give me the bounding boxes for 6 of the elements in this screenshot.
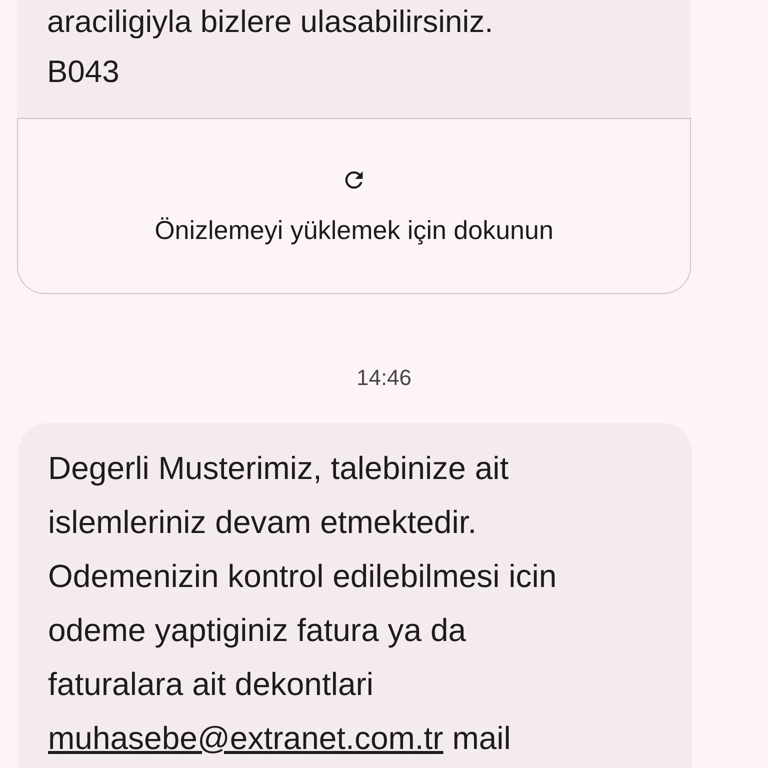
message-text: araciligiyla bizlere ulasabilirsiniz.: [47, 3, 494, 41]
message-text: B043: [47, 53, 120, 91]
link-preview-card[interactable]: Önizlemeyi yüklemek için dokunun: [17, 118, 691, 294]
email-link[interactable]: muhasebe@extranet.com.tr: [48, 720, 444, 756]
message-text: Degerli Musterimiz, talebinize ait islemleriniz devam etmektedir. Odemenizin kontrol edilebilmesi icin odeme yaptiginiz fatura ya da faturalara ait dekontlari muhasebe@extranet.com.tr mail: [48, 449, 558, 758]
message-timestamp: 14:46: [355, 365, 413, 391]
